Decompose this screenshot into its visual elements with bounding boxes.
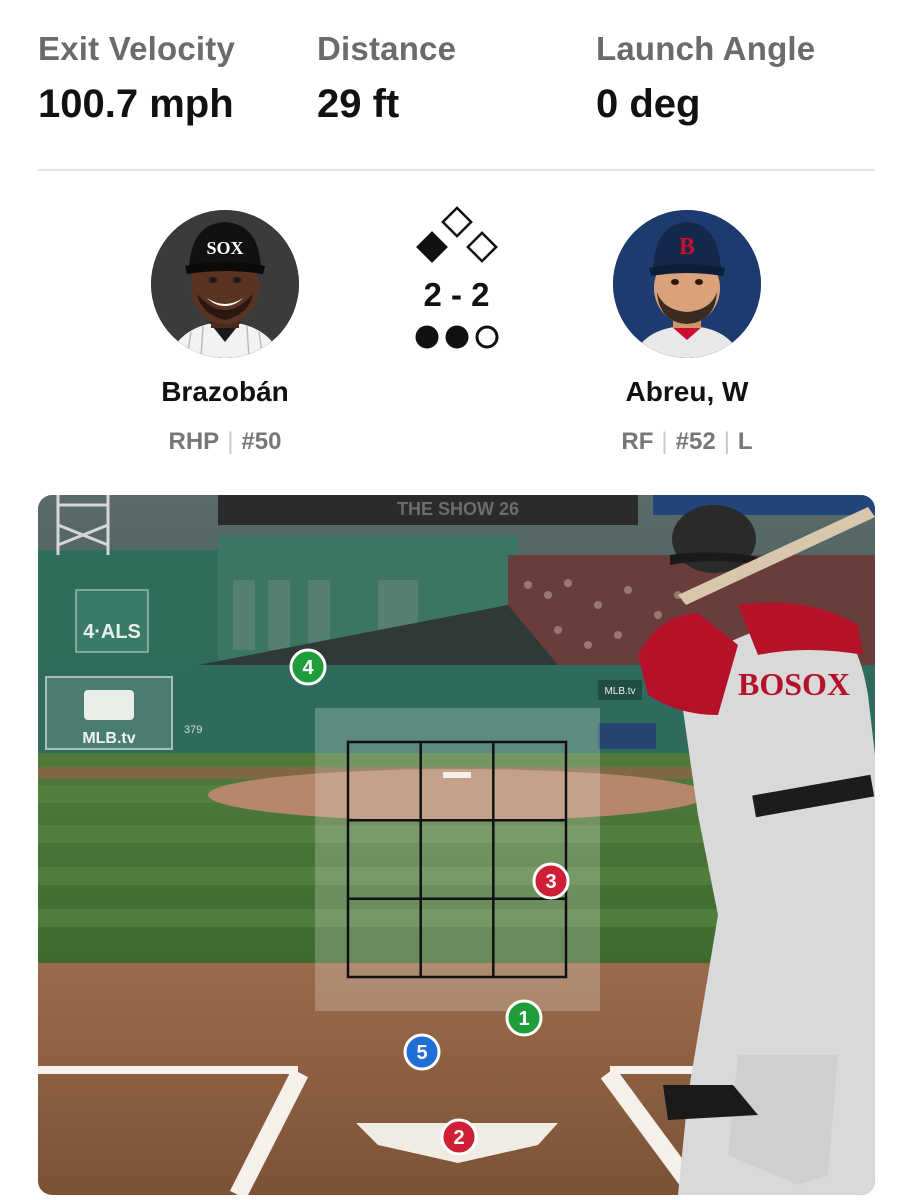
pitcher-name[interactable]: Brazobán xyxy=(75,376,375,408)
launch-angle-label: Launch Angle xyxy=(596,30,816,67)
batter-bats: L xyxy=(737,428,753,455)
out-filled-icon xyxy=(415,325,439,349)
batter-number: #52 xyxy=(675,428,716,455)
exit-velocity-value: 100.7 mph xyxy=(38,82,234,126)
pitcher-number: #50 xyxy=(241,428,282,455)
pitch-number: 3 xyxy=(545,871,556,893)
second-base-icon xyxy=(441,206,473,238)
pitcher-throws: RHP xyxy=(168,428,220,455)
out-empty-icon xyxy=(475,325,499,349)
exit-velocity-stat: Exit Velocity 100.7 mph xyxy=(38,30,235,127)
bases-diamond xyxy=(416,206,498,263)
pitch-marker-5[interactable]: 5 xyxy=(403,1033,441,1071)
pitch-number: 4 xyxy=(302,657,314,679)
pitch-number: 2 xyxy=(453,1127,464,1149)
third-base-icon xyxy=(416,231,448,263)
pitch-marker-2[interactable]: 2 xyxy=(440,1118,478,1156)
distance-label: Distance xyxy=(317,30,457,67)
pitcher-cap-logo: SOX xyxy=(206,238,243,258)
pitcher-meta: RHP | #50 xyxy=(75,428,375,456)
pitch-number: 1 xyxy=(518,1008,529,1030)
batter-name[interactable]: Abreu, W xyxy=(537,376,837,408)
batter-meta: RF | #52 | L xyxy=(537,428,837,456)
distance-stat: Distance 29 ft xyxy=(317,30,456,127)
divider xyxy=(38,169,875,171)
ball-strike-count: 2 - 2 xyxy=(423,276,490,313)
pitcher-avatar[interactable]: SOX xyxy=(151,210,299,358)
launch-angle-stat: Launch Angle 0 deg xyxy=(596,30,815,127)
batter-headshot: B xyxy=(613,210,761,358)
outs-indicator xyxy=(415,325,499,349)
separator: | xyxy=(661,428,668,455)
batter-cap-logo: B xyxy=(679,234,695,260)
first-base-icon xyxy=(466,231,498,263)
pitch-marker-1[interactable]: 1 xyxy=(505,999,543,1037)
pitch-location-view: THE SHOW 26 4·ALS MLB.tv 379 MLB.tv BOSO… xyxy=(38,495,875,1195)
separator: | xyxy=(227,428,234,455)
out-filled-icon xyxy=(445,325,469,349)
batter-avatar[interactable]: B xyxy=(613,210,761,358)
separator: | xyxy=(723,428,730,455)
pitch-markers: 1 2 3 4 5 xyxy=(289,648,570,1156)
pitcher-headshot: SOX xyxy=(151,210,299,358)
pitch-marker-4[interactable]: 4 xyxy=(289,648,327,686)
launch-angle-value: 0 deg xyxy=(596,82,701,126)
exit-velocity-label: Exit Velocity xyxy=(38,30,236,67)
pitch-marker-3[interactable]: 3 xyxy=(532,862,570,900)
pitch-number: 5 xyxy=(416,1042,427,1064)
batter-position: RF xyxy=(621,428,654,455)
distance-value: 29 ft xyxy=(317,82,400,126)
